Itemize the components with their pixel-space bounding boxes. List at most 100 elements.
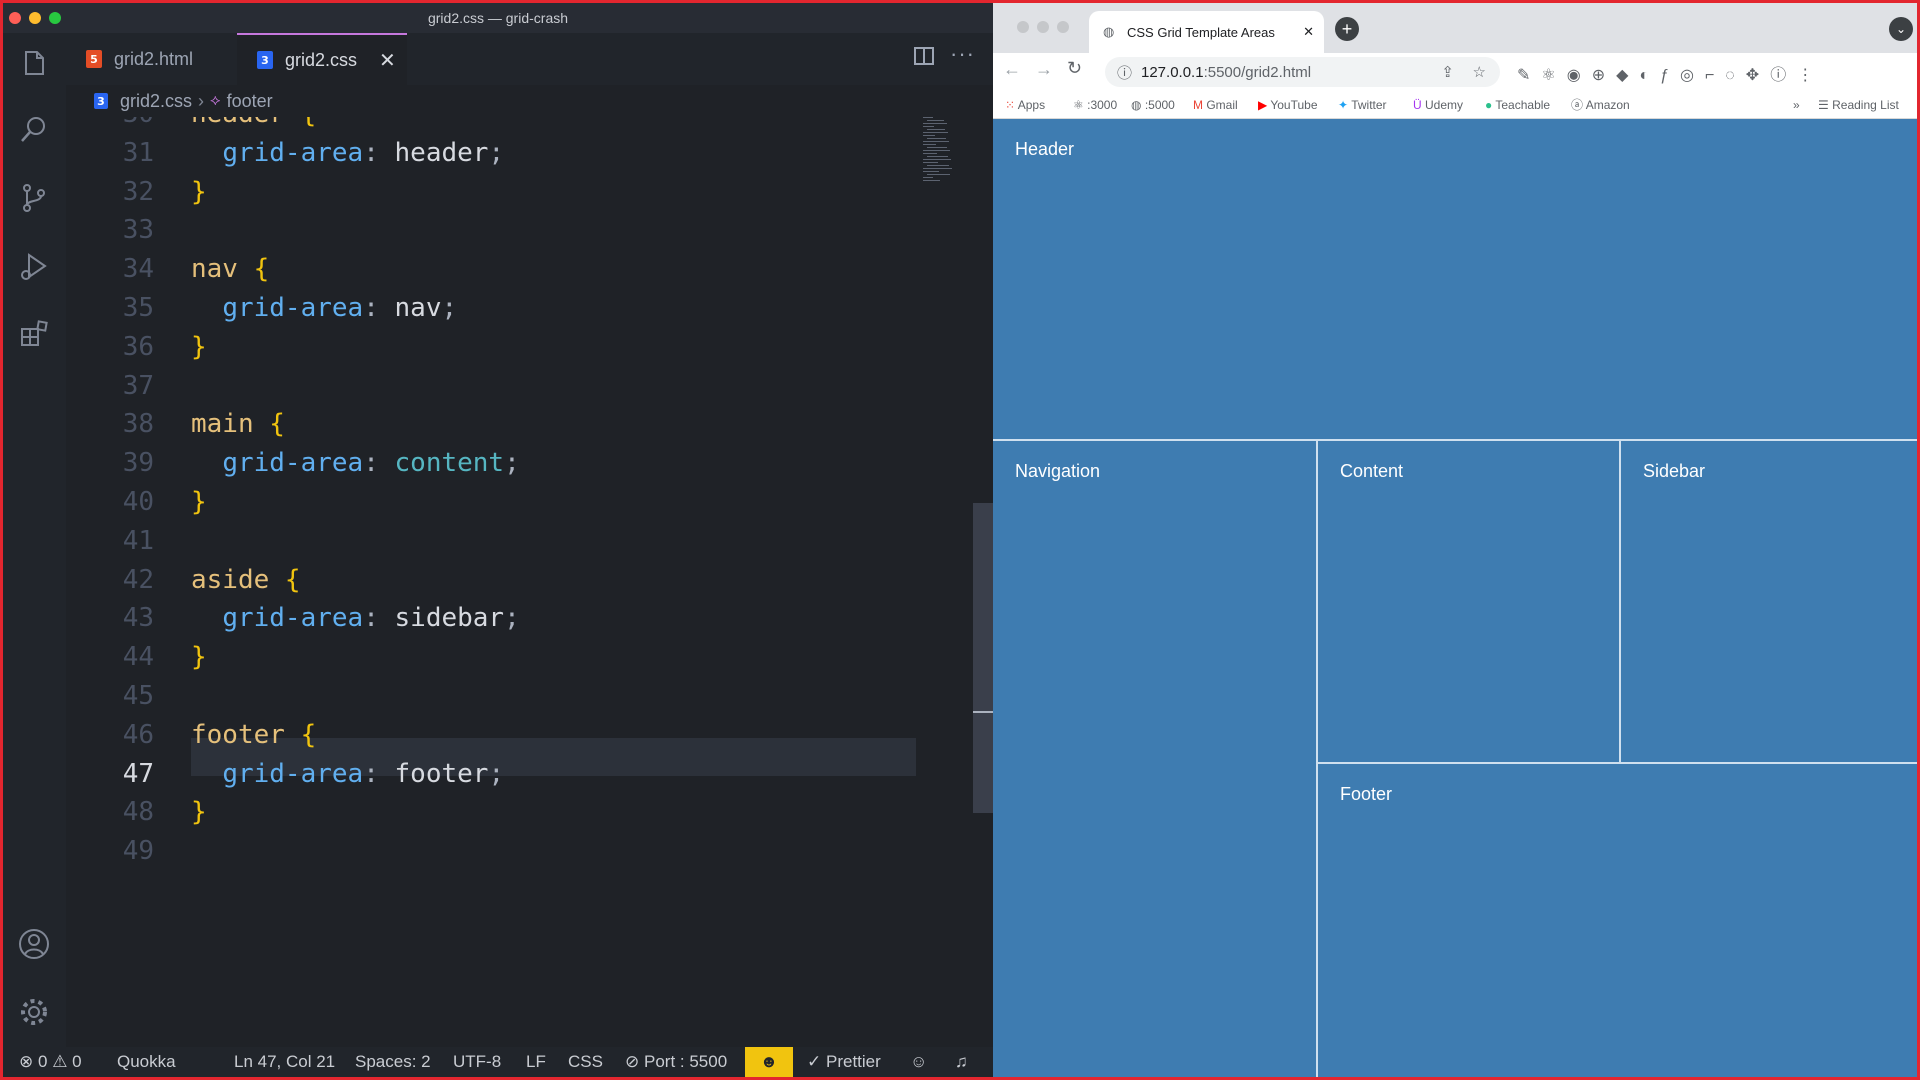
bookmark-apps[interactable]: ⁙ Apps xyxy=(1005,91,1045,119)
code-token: ; xyxy=(504,448,520,479)
code-editor[interactable]: 30header {31 grid-area: header;32}3334na… xyxy=(66,117,993,1047)
copilot-icon[interactable]: ☻ xyxy=(745,1047,793,1077)
code-token: } xyxy=(191,487,207,517)
code-line[interactable]: 49 xyxy=(66,832,916,870)
quokka-status[interactable]: Quokka xyxy=(117,1047,176,1077)
bookmark-gmail[interactable]: M Gmail xyxy=(1193,91,1238,119)
address-bar[interactable]: ⓘ 127.0.0.1:5500/grid2.html ⇪ ☆ xyxy=(1105,57,1500,87)
browser-tab-title: CSS Grid Template Areas xyxy=(1127,24,1275,40)
reload-icon[interactable]: ↻ xyxy=(1067,58,1082,79)
star-icon[interactable]: ☆ xyxy=(1473,63,1486,81)
code-line[interactable]: 37 xyxy=(66,367,916,405)
tab-grid2-css[interactable]: 3 grid2.css ✕ xyxy=(237,33,407,85)
code-token: grid-area xyxy=(222,758,364,789)
tab-grid2-html[interactable]: 5 grid2.html xyxy=(66,33,236,85)
code-token: : xyxy=(363,448,395,479)
globe-icon: ◍ xyxy=(1103,24,1115,39)
minimize-window-button[interactable] xyxy=(1037,21,1049,33)
minimap-line xyxy=(923,123,947,124)
bell-icon[interactable]: ♫ xyxy=(955,1047,968,1077)
code-line[interactable]: 44} xyxy=(66,638,916,676)
code-line[interactable]: 43 grid-area: sidebar; xyxy=(66,599,916,637)
breadcrumb-file[interactable]: grid2.css xyxy=(120,91,192,112)
forward-icon[interactable]: → xyxy=(1035,59,1053,80)
close-window-button[interactable] xyxy=(1017,21,1029,33)
share-icon[interactable]: ⇪ xyxy=(1441,63,1454,81)
prettier-status[interactable]: ✓ Prettier xyxy=(807,1047,881,1077)
code-token: : xyxy=(363,293,395,323)
feedback-icon[interactable]: ☺ xyxy=(910,1047,927,1077)
language-mode[interactable]: CSS xyxy=(568,1047,603,1077)
bookmark-youtube[interactable]: ▶ YouTube xyxy=(1258,91,1318,119)
tab-label: grid2.css xyxy=(285,49,358,70)
zoom-window-button[interactable] xyxy=(49,12,61,24)
code-line[interactable]: 42 aside { xyxy=(66,561,916,599)
run-debug-icon[interactable] xyxy=(17,249,51,283)
browser-tab[interactable]: ◍ CSS Grid Template Areas ✕ xyxy=(1089,11,1324,53)
code-line[interactable]: 36} xyxy=(66,328,916,366)
code-line[interactable]: 46 footer { xyxy=(66,716,916,754)
live-server-port[interactable]: ⊘ Port : 5500 xyxy=(625,1047,727,1077)
code-line[interactable]: 40} xyxy=(66,483,916,521)
account-icon[interactable] xyxy=(17,927,51,961)
bookmark-teachable[interactable]: ● Teachable xyxy=(1485,91,1550,119)
code-line[interactable]: 48} xyxy=(66,793,916,831)
code-line[interactable]: 34 nav { xyxy=(66,250,916,288)
code-line[interactable]: 30 header { xyxy=(66,117,916,133)
code-line[interactable]: 32} xyxy=(66,173,916,211)
code-line[interactable]: 38 main { xyxy=(66,405,916,443)
explorer-icon[interactable] xyxy=(17,47,51,81)
minimap[interactable] xyxy=(921,117,981,217)
code-line[interactable]: 45 xyxy=(66,677,916,715)
more-bookmarks-icon[interactable]: » xyxy=(1793,91,1800,119)
bookmark-5000[interactable]: ◍ :5000 xyxy=(1131,91,1175,119)
code-text: grid-area: content; xyxy=(191,444,520,482)
minimize-window-button[interactable] xyxy=(29,12,41,24)
minimap-line xyxy=(923,168,952,169)
bookmark-3000[interactable]: ⚛ :3000 xyxy=(1073,91,1117,119)
code-line[interactable]: 47 grid-area: footer; xyxy=(66,755,916,793)
more-actions-icon[interactable]: ··· xyxy=(950,41,975,67)
udemy-icon: Ü xyxy=(1413,98,1422,112)
cursor-position[interactable]: Ln 47, Col 21 xyxy=(234,1047,335,1077)
code-token: header xyxy=(394,137,489,168)
gear-icon[interactable] xyxy=(17,995,51,1029)
code-token: : xyxy=(363,603,395,634)
close-icon[interactable]: ✕ xyxy=(1303,24,1314,40)
scrollbar[interactable] xyxy=(973,503,993,813)
tab-search-icon[interactable]: ⌄ xyxy=(1889,17,1913,41)
back-icon[interactable]: ← xyxy=(1003,59,1021,80)
new-tab-button[interactable]: + xyxy=(1335,17,1359,41)
search-icon[interactable] xyxy=(17,113,51,147)
code-line[interactable]: 41 xyxy=(66,522,916,560)
source-control-icon[interactable] xyxy=(17,181,51,215)
bookmark-udemy[interactable]: Ü Udemy xyxy=(1413,91,1463,119)
line-number: 34 xyxy=(122,254,154,285)
extension-icons[interactable]: ✎⚛◉⊕◆◐ƒ◎⌐◌✥ⓘ⋮ xyxy=(1517,61,1824,85)
zoom-window-button[interactable] xyxy=(1057,21,1069,33)
close-icon[interactable]: ✕ xyxy=(379,48,396,73)
encoding[interactable]: UTF-8 xyxy=(453,1047,501,1077)
extensions-icon[interactable] xyxy=(17,317,51,351)
code-text: } xyxy=(191,793,207,831)
end-of-line[interactable]: LF xyxy=(526,1047,546,1077)
code-line[interactable]: 35 grid-area: nav; xyxy=(66,289,916,327)
code-token: ; xyxy=(488,137,505,168)
code-line[interactable]: 33 xyxy=(66,211,916,249)
indentation[interactable]: Spaces: 2 xyxy=(355,1047,431,1077)
close-window-button[interactable] xyxy=(9,12,21,24)
bookmark-amazon[interactable]: ⓐ Amazon xyxy=(1571,91,1630,119)
bookmark-twitter[interactable]: ✦ Twitter xyxy=(1338,91,1387,119)
code-token: footer xyxy=(191,719,285,750)
code-token: footer xyxy=(394,758,489,789)
html5-icon: 5 xyxy=(86,50,102,68)
url-rest: :5500/grid2.html xyxy=(1203,63,1312,81)
problems-indicator[interactable]: ⊗ 0 ⚠ 0 xyxy=(19,1047,82,1077)
code-line[interactable]: 31 grid-area: header; xyxy=(66,134,916,172)
minimap-line xyxy=(927,174,950,175)
breadcrumb-symbol[interactable]: footer xyxy=(227,91,273,112)
split-editor-icon[interactable] xyxy=(914,47,934,65)
reading-list[interactable]: ☰ Reading List xyxy=(1818,91,1899,119)
minimap-line xyxy=(927,147,947,148)
code-line[interactable]: 39 grid-area: content; xyxy=(66,444,916,482)
